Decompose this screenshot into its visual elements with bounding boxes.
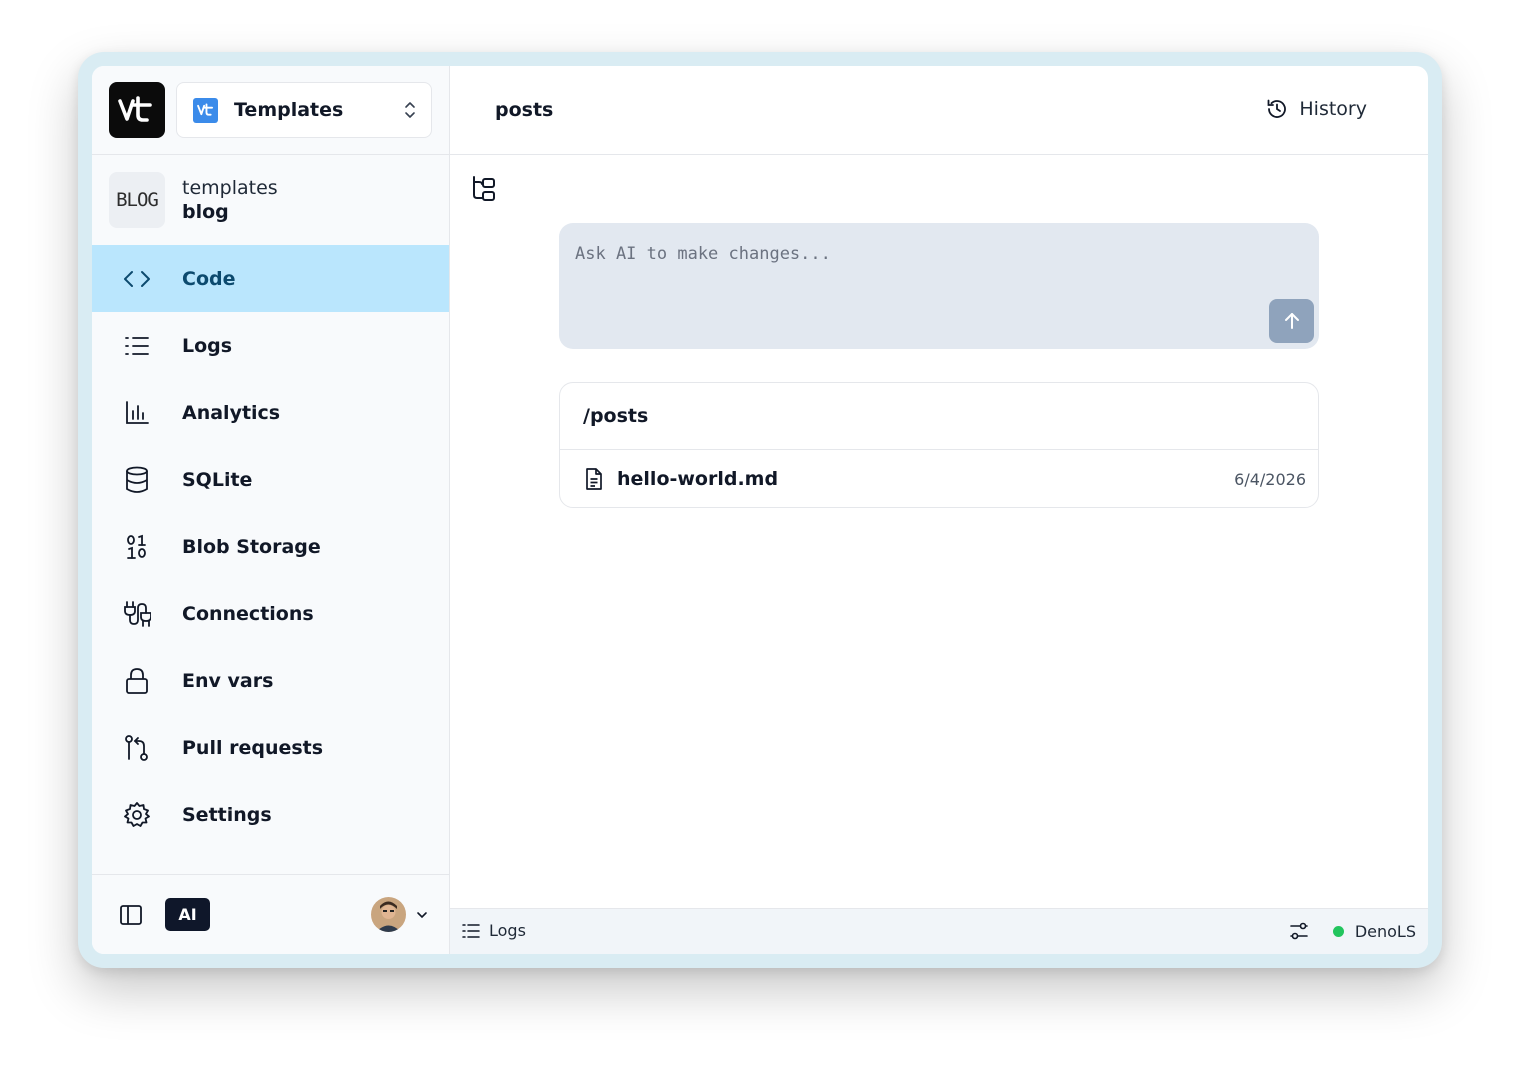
sidebar-item-label: Analytics bbox=[182, 401, 281, 424]
page-title: posts bbox=[495, 99, 554, 121]
user-menu[interactable] bbox=[371, 897, 429, 932]
main-header: posts History bbox=[450, 66, 1428, 155]
project-selector[interactable]: Templates bbox=[176, 82, 432, 138]
plug-icon bbox=[123, 600, 151, 628]
ai-button[interactable]: AI bbox=[165, 898, 210, 931]
history-label: History bbox=[1299, 98, 1367, 120]
vt-icon bbox=[193, 97, 218, 123]
status-bar: Logs DenoLS bbox=[450, 908, 1428, 954]
sidebar-item-code[interactable]: Code bbox=[92, 245, 449, 312]
file-name: hello-world.md bbox=[617, 468, 779, 490]
file-tree-icon[interactable] bbox=[470, 175, 498, 203]
sidebar-item-label: Code bbox=[182, 267, 236, 290]
sidebar-item-blob-storage[interactable]: Blob Storage bbox=[92, 513, 449, 580]
sidebar-item-label: SQLite bbox=[182, 468, 253, 491]
project-name: blog bbox=[182, 201, 229, 223]
sidebar-item-label: Pull requests bbox=[182, 736, 324, 759]
bar-chart-icon bbox=[123, 399, 151, 427]
file-row[interactable]: hello-world.md 6/4/2026 bbox=[560, 450, 1318, 507]
lsp-status[interactable]: DenoLS bbox=[1332, 922, 1416, 941]
sidebar-item-sqlite[interactable]: SQLite bbox=[92, 446, 449, 513]
list-icon bbox=[123, 332, 151, 360]
database-icon bbox=[123, 466, 151, 494]
project-owner: templates bbox=[182, 177, 278, 199]
sidebar-item-connections[interactable]: Connections bbox=[92, 580, 449, 647]
settings-sliders-icon[interactable] bbox=[1289, 921, 1309, 941]
sidebar-item-analytics[interactable]: Analytics bbox=[92, 379, 449, 446]
project-thumbnail: BLOG bbox=[109, 172, 165, 228]
git-pull-request-icon bbox=[123, 734, 151, 762]
sidebar-toggle-icon[interactable] bbox=[119, 903, 143, 927]
status-logs-label: Logs bbox=[489, 921, 526, 940]
chevron-down-icon bbox=[417, 911, 427, 918]
list-icon bbox=[462, 923, 480, 938]
main-panel: posts History /posts hello-world.md 6 bbox=[450, 66, 1428, 954]
sidebar-item-env-vars[interactable]: Env vars bbox=[92, 647, 449, 714]
folder-path: /posts bbox=[560, 383, 1318, 450]
avatar bbox=[371, 897, 406, 932]
ai-prompt-box bbox=[559, 223, 1319, 349]
sidebar-item-label: Connections bbox=[182, 602, 314, 625]
project-info[interactable]: BLOG templates blog bbox=[92, 155, 449, 245]
sidebar-item-label: Settings bbox=[182, 803, 272, 826]
vt-logo-icon bbox=[118, 96, 152, 122]
sidebar-item-label: Blob Storage bbox=[182, 535, 321, 558]
ai-prompt-input[interactable] bbox=[575, 239, 1255, 269]
chevron-up-down-icon bbox=[405, 102, 415, 118]
file-date: 6/4/2026 bbox=[1234, 469, 1306, 489]
sidebar-footer: AI bbox=[92, 874, 449, 954]
sidebar-item-label: Env vars bbox=[182, 669, 274, 692]
history-icon bbox=[1267, 99, 1287, 118]
valtown-logo[interactable] bbox=[109, 82, 165, 138]
file-list-card: /posts hello-world.md 6/4/2026 bbox=[559, 382, 1319, 508]
status-dot bbox=[1332, 926, 1344, 937]
window-frame: Templates BLOG templates blog Code Logs … bbox=[78, 52, 1442, 968]
lsp-label: DenoLS bbox=[1354, 922, 1416, 941]
sidebar-nav: Code Logs Analytics SQLite Blob Storage … bbox=[92, 245, 449, 848]
lock-icon bbox=[123, 667, 151, 695]
binary-icon bbox=[123, 533, 151, 561]
sidebar-header: Templates bbox=[92, 66, 449, 155]
send-button[interactable] bbox=[1269, 299, 1314, 343]
sidebar-item-pull-requests[interactable]: Pull requests bbox=[92, 714, 449, 781]
app-window: Templates BLOG templates blog Code Logs … bbox=[92, 66, 1428, 954]
sidebar-item-logs[interactable]: Logs bbox=[92, 312, 449, 379]
arrow-up-icon bbox=[1284, 313, 1299, 329]
sidebar-item-settings[interactable]: Settings bbox=[92, 781, 449, 848]
gear-icon bbox=[123, 801, 151, 829]
file-text-icon bbox=[586, 468, 602, 490]
sidebar-item-label: Logs bbox=[182, 334, 233, 357]
project-selector-label: Templates bbox=[234, 99, 344, 121]
history-button[interactable]: History bbox=[1266, 98, 1367, 120]
code-icon bbox=[123, 265, 151, 293]
status-logs-button[interactable]: Logs bbox=[462, 921, 526, 940]
sidebar: Templates BLOG templates blog Code Logs … bbox=[92, 66, 450, 954]
